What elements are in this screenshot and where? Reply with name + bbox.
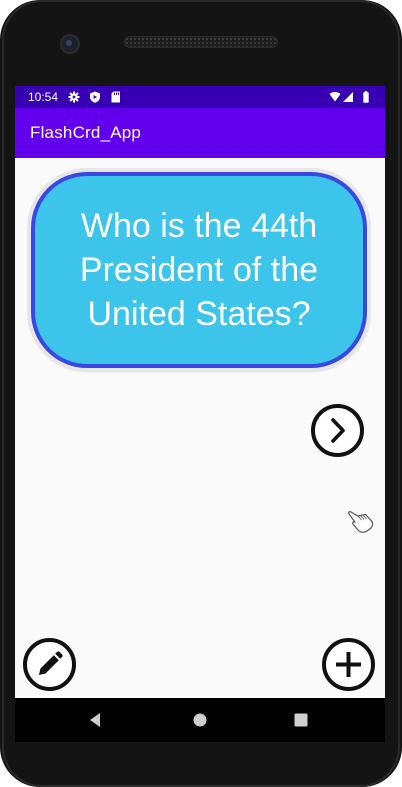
signal-icon: [343, 92, 353, 102]
earpiece-speaker: [124, 36, 278, 48]
next-card-button[interactable]: [311, 404, 364, 457]
status-bar: 10:54: [15, 86, 385, 108]
chevron-right-icon: [331, 418, 345, 443]
recents-square-icon[interactable]: [291, 710, 311, 730]
home-circle-icon[interactable]: [190, 710, 210, 730]
hand-cursor-icon: [348, 511, 374, 533]
plus-icon: [336, 652, 361, 677]
pencil-icon: [39, 651, 63, 675]
navigation-bar: [15, 698, 385, 742]
add-card-button[interactable]: [322, 638, 375, 691]
app-title: FlashCrd_App: [30, 123, 142, 142]
edit-card-button[interactable]: [23, 638, 76, 691]
phone-frame: 10:54 FlashCrd_App Who is the 44th Presi…: [0, 0, 402, 787]
wifi-icon: [329, 92, 341, 102]
shield-icon: [90, 91, 100, 103]
status-time: 10:54: [28, 90, 59, 104]
battery-icon: [363, 91, 369, 103]
gear-icon: [68, 91, 80, 103]
back-triangle-icon[interactable]: [86, 710, 106, 730]
screen: 10:54 FlashCrd_App Who is the 44th Presi…: [15, 86, 385, 698]
front-camera: [60, 34, 80, 54]
flashcard[interactable]: Who is the 44th President of the United …: [31, 172, 367, 368]
app-bar: FlashCrd_App: [15, 108, 385, 158]
flashcard-question: Who is the 44th President of the United …: [79, 207, 319, 333]
sd-card-icon: [111, 91, 120, 103]
